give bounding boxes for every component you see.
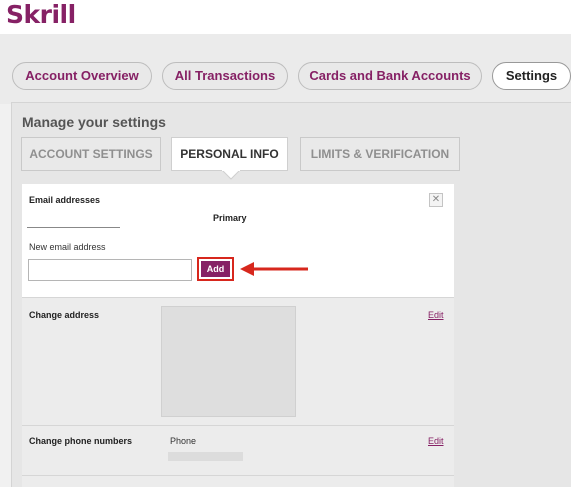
header: Skrill xyxy=(0,0,571,34)
tab-limits-verification[interactable]: LIMITS & VERIFICATION xyxy=(300,137,460,171)
tab-personal-info[interactable]: PERSONAL INFO xyxy=(171,137,288,171)
active-tab-pointer xyxy=(222,170,240,180)
tab-cards-bank-accounts[interactable]: Cards and Bank Accounts xyxy=(298,62,482,90)
phone-value-placeholder xyxy=(168,452,243,461)
email-section-label: Email addresses xyxy=(29,195,101,205)
edit-address-link[interactable]: Edit xyxy=(428,310,444,320)
primary-label: Primary xyxy=(213,213,247,223)
annotation-arrow-icon xyxy=(240,262,308,276)
divider xyxy=(22,475,454,476)
close-icon[interactable]: ✕ xyxy=(429,193,443,207)
change-phone-label: Change phone numbers xyxy=(29,436,133,446)
phone-label: Phone xyxy=(170,436,197,446)
new-email-input[interactable] xyxy=(28,259,192,281)
tab-all-transactions[interactable]: All Transactions xyxy=(162,62,288,90)
divider xyxy=(22,297,454,298)
tab-account-overview[interactable]: Account Overview xyxy=(12,62,152,90)
page-title: Manage your settings xyxy=(22,114,166,130)
tab-settings[interactable]: Settings xyxy=(492,62,571,90)
edit-phone-link[interactable]: Edit xyxy=(428,436,444,446)
skrill-logo[interactable]: Skrill xyxy=(6,0,76,29)
new-email-label: New email address xyxy=(29,242,106,252)
email-underline xyxy=(27,227,120,228)
divider xyxy=(22,425,454,426)
change-address-label: Change address xyxy=(29,310,100,320)
add-email-button[interactable]: Add xyxy=(201,261,230,277)
address-placeholder xyxy=(161,306,296,417)
tab-account-settings[interactable]: ACCOUNT SETTINGS xyxy=(21,137,161,171)
